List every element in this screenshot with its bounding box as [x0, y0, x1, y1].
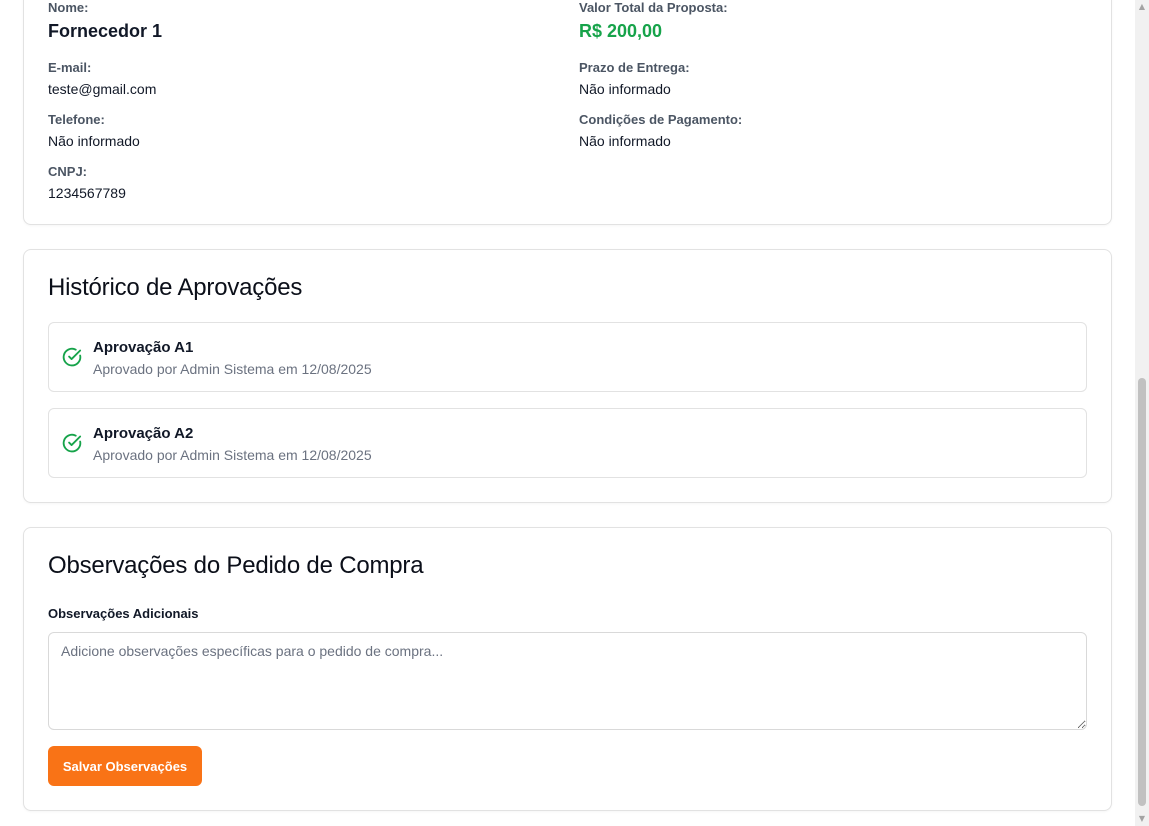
notes-field-label: Observações Adicionais [48, 606, 199, 621]
scrollbar-thumb[interactable] [1138, 378, 1146, 806]
approval-item-meta: Aprovado por Admin Sistema em 12/08/2025 [93, 447, 372, 463]
supplier-email-field: E-mail: teste@gmail.com [48, 60, 156, 98]
approval-item: Aprovação A1 Aprovado por Admin Sistema … [48, 322, 1087, 392]
notes-card-title: Observações do Pedido de Compra [48, 552, 424, 579]
notes-textarea[interactable] [48, 632, 1087, 730]
delivery-term-value: Não informado [579, 81, 671, 97]
check-circle-icon [62, 433, 82, 453]
supplier-name-field: Nome: Fornecedor 1 [48, 0, 162, 40]
supplier-name-value: Fornecedor 1 [48, 21, 163, 41]
page-content: Nome: Fornecedor 1 E-mail: teste@gmail.c… [0, 0, 1135, 826]
supplier-cnpj-value: 1234567789 [48, 185, 126, 201]
supplier-cnpj-label: CNPJ: [48, 164, 88, 179]
delivery-term-field: Prazo de Entrega: Não informado [579, 60, 690, 98]
check-circle-icon [62, 347, 82, 367]
payment-terms-value: Não informado [579, 133, 671, 149]
approval-history-title: Histórico de Aprovações [48, 274, 303, 301]
supplier-email-value: teste@gmail.com [48, 81, 157, 97]
supplier-name-label: Nome: [48, 0, 89, 15]
supplier-cnpj-field: CNPJ: 1234567789 [48, 164, 126, 202]
supplier-phone-label: Telefone: [48, 112, 105, 127]
scroll-up-arrow-icon[interactable]: ▲ [1135, 0, 1149, 14]
supplier-email-label: E-mail: [48, 60, 92, 75]
payment-terms-label: Condições de Pagamento: [579, 112, 743, 127]
save-notes-button[interactable]: Salvar Observações [48, 746, 202, 786]
proposal-total-value: R$ 200,00 [579, 21, 663, 41]
proposal-total-label: Valor Total da Proposta: [579, 0, 728, 15]
approval-history-card: Histórico de Aprovações Aprovação A1 Apr… [23, 249, 1112, 503]
payment-terms-field: Condições de Pagamento: Não informado [579, 112, 742, 150]
supplier-phone-field: Telefone: Não informado [48, 112, 140, 150]
approval-item: Aprovação A2 Aprovado por Admin Sistema … [48, 408, 1087, 478]
approval-item-title: Aprovação A2 [93, 425, 194, 442]
approval-item-meta: Aprovado por Admin Sistema em 12/08/2025 [93, 361, 372, 377]
proposal-total-field: Valor Total da Proposta: R$ 200,00 [579, 0, 728, 40]
supplier-phone-value: Não informado [48, 133, 140, 149]
approval-item-title: Aprovação A1 [93, 339, 194, 356]
delivery-term-label: Prazo de Entrega: [579, 60, 690, 75]
vertical-scrollbar[interactable]: ▲ ▼ [1135, 0, 1149, 826]
supplier-card: Nome: Fornecedor 1 E-mail: teste@gmail.c… [23, 0, 1112, 225]
scroll-down-arrow-icon[interactable]: ▼ [1135, 812, 1149, 826]
purchase-order-notes-card: Observações do Pedido de Compra Observaç… [23, 527, 1112, 811]
